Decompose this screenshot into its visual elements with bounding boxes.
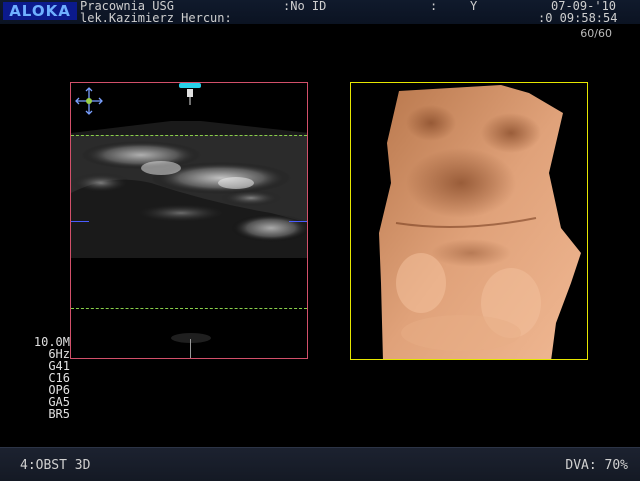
patient-id-label: :No ID xyxy=(283,0,327,13)
dva-readout: DVA: 70% xyxy=(565,458,628,473)
right-depth-marker xyxy=(289,221,307,222)
y-label: Y xyxy=(470,0,478,13)
exam-mode[interactable]: 4:OBST 3D xyxy=(20,458,90,473)
frame-counter: 60/60 xyxy=(580,27,612,40)
param-br: BR5 xyxy=(48,407,70,421)
lower-roi-line[interactable] xyxy=(71,308,307,309)
b-mode-image xyxy=(71,121,307,343)
probe-marker-icon xyxy=(179,83,201,105)
brand-logo: ALOKA xyxy=(3,2,77,20)
3d-volume-render xyxy=(379,85,581,359)
ultrasound-2d-panel[interactable] xyxy=(70,82,308,359)
move-cursor-icon[interactable] xyxy=(74,86,104,116)
volume-3d-panel[interactable] xyxy=(350,82,588,360)
time-label: :0 09:58:54 xyxy=(538,11,618,25)
center-marker xyxy=(190,339,191,358)
bottom-status-bar: 4:OBST 3D DVA: 70% xyxy=(0,447,640,481)
left-depth-marker xyxy=(71,221,89,222)
upper-roi-line[interactable] xyxy=(71,135,307,136)
top-bar: ALOKA Pracownia USG lek.Kazimierz Hercun… xyxy=(0,0,640,24)
header-separator: : xyxy=(430,0,438,13)
acquisition-parameters: 10.0M 6Hz G41 C16 OP6 GA5 BR5 xyxy=(20,336,70,420)
operator-label: lek.Kazimierz Hercun: xyxy=(80,11,232,25)
